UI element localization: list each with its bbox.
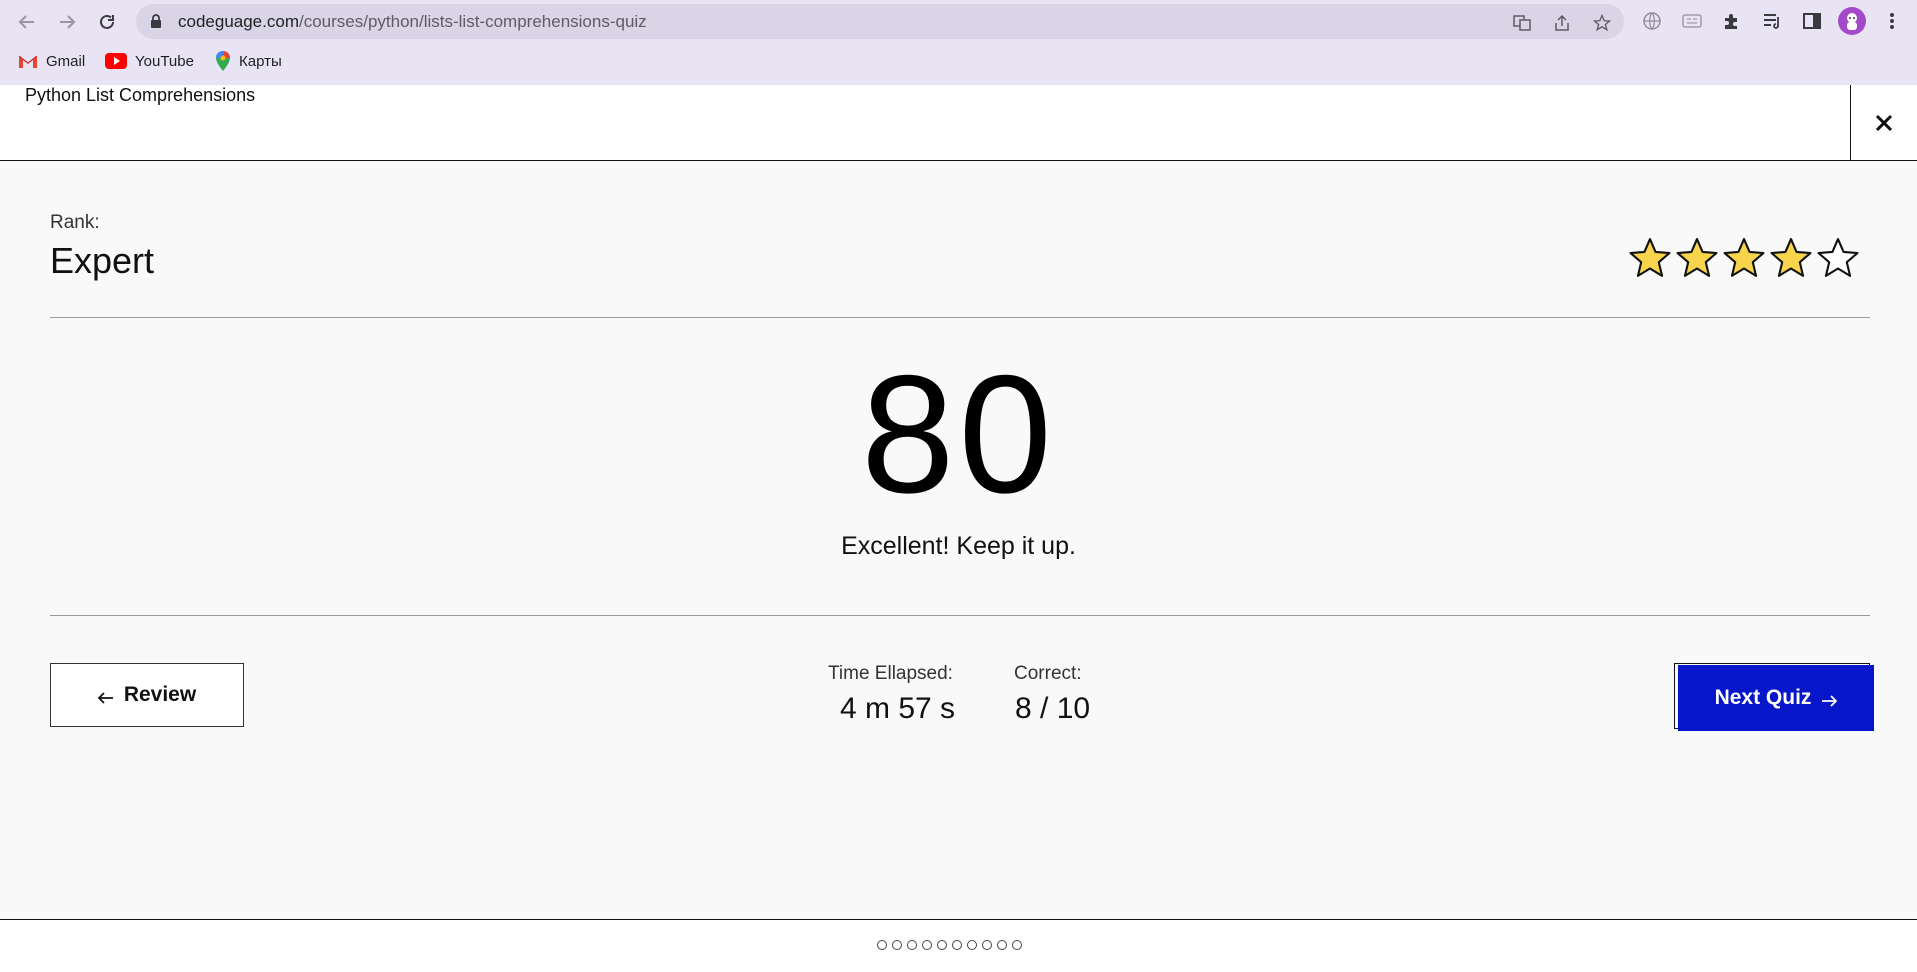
browser-toolbar: codeguage.com/courses/python/lists-list-… xyxy=(0,0,1917,85)
divider xyxy=(50,615,1870,616)
bookmark-gmail[interactable]: Gmail xyxy=(18,50,85,72)
address-bar[interactable]: codeguage.com/courses/python/lists-list-… xyxy=(136,4,1624,39)
correct-label: Correct: xyxy=(1014,663,1082,684)
extensions-puzzle-icon[interactable] xyxy=(1720,9,1744,33)
reading-list-icon[interactable] xyxy=(1760,9,1784,33)
close-button[interactable] xyxy=(1850,85,1917,160)
question-dot[interactable] xyxy=(1012,940,1022,950)
translate-icon[interactable] xyxy=(1512,13,1532,33)
extension-globe-icon[interactable] xyxy=(1640,9,1664,33)
rank-label: Rank: xyxy=(50,212,100,233)
url-text: codeguage.com/courses/python/lists-list-… xyxy=(178,12,647,31)
question-dot[interactable] xyxy=(892,940,902,950)
bookmark-label: YouTube xyxy=(135,52,194,70)
correct-value: 8 / 10 xyxy=(1015,692,1091,725)
rank-value: Expert xyxy=(50,240,155,281)
star-filled-icon xyxy=(1723,237,1765,279)
close-icon xyxy=(1875,114,1893,131)
question-dot[interactable] xyxy=(967,940,977,950)
time-value: 4 m 57 s xyxy=(840,692,956,725)
bookmark-youtube[interactable]: YouTube xyxy=(105,50,194,72)
quiz-footer xyxy=(0,919,1917,972)
question-dot[interactable] xyxy=(997,940,1007,950)
bookmark-maps[interactable]: Карты xyxy=(215,50,282,72)
next-quiz-button[interactable]: Next Quiz xyxy=(1678,665,1874,731)
question-dot[interactable] xyxy=(907,940,917,950)
divider xyxy=(50,317,1870,318)
back-arrow-icon xyxy=(18,15,34,29)
profile-icon xyxy=(1847,13,1857,30)
share-icon[interactable] xyxy=(1552,13,1572,33)
arrow-right-icon xyxy=(1822,695,1838,707)
question-dots xyxy=(877,940,1022,950)
maps-icon xyxy=(216,51,230,71)
extension-zip-icon[interactable] xyxy=(1680,9,1704,33)
score-value: 80 xyxy=(861,340,1056,528)
star-filled-icon xyxy=(1629,237,1671,279)
reload-icon xyxy=(100,14,114,29)
question-dot[interactable] xyxy=(922,940,932,950)
side-panel-icon[interactable] xyxy=(1800,9,1824,33)
time-label: Time Ellapsed: xyxy=(828,663,953,684)
quiz-title: Python List Comprehensions xyxy=(25,85,256,105)
score-message: Excellent! Keep it up. xyxy=(841,532,1076,560)
reload-button[interactable] xyxy=(94,9,120,35)
bookmark-star-icon[interactable] xyxy=(1592,13,1612,33)
gmail-icon xyxy=(18,55,38,68)
forward-arrow-icon xyxy=(60,15,76,29)
star-empty-icon xyxy=(1817,237,1859,279)
question-dot[interactable] xyxy=(952,940,962,950)
bookmark-label: Карты xyxy=(239,52,282,70)
question-dot[interactable] xyxy=(877,940,887,950)
next-button-label: Next Quiz xyxy=(1714,686,1812,709)
forward-button[interactable] xyxy=(54,9,80,35)
star-filled-icon xyxy=(1676,237,1718,279)
review-button[interactable]: Review xyxy=(50,663,244,727)
quiz-header: Python List Comprehensions xyxy=(0,85,1917,161)
star-rating xyxy=(1629,237,1859,279)
question-dot[interactable] xyxy=(982,940,992,950)
review-button-label: Review xyxy=(123,683,197,706)
star-filled-icon xyxy=(1770,237,1812,279)
arrow-left-icon xyxy=(97,692,113,704)
lock-icon xyxy=(150,14,162,33)
browser-menu-icon[interactable] xyxy=(1880,9,1904,33)
profile-avatar[interactable] xyxy=(1838,7,1866,35)
back-button[interactable] xyxy=(14,9,40,35)
bookmark-label: Gmail xyxy=(46,52,86,70)
youtube-icon xyxy=(105,53,127,69)
question-dot[interactable] xyxy=(937,940,947,950)
